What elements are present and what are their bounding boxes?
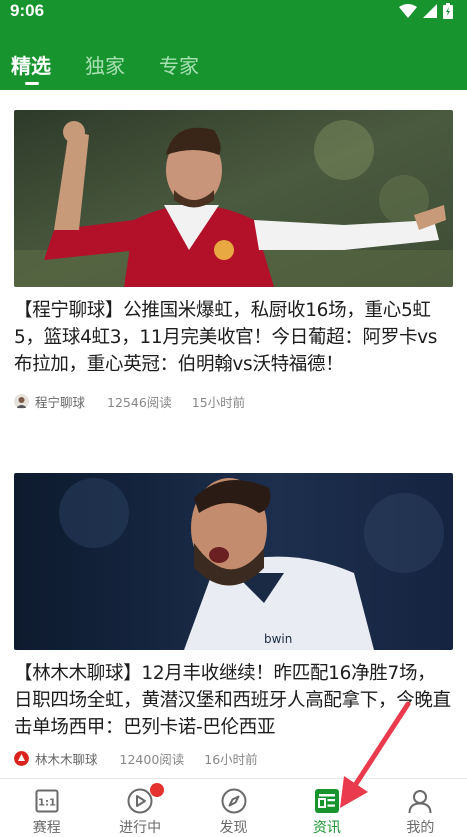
article-meta: 程宁聊球 12546阅读 15小时前 xyxy=(14,392,453,411)
football-player-photo xyxy=(14,110,453,287)
news-icon xyxy=(313,788,341,814)
nav-item-schedule[interactable]: 1:1 赛程 xyxy=(0,779,93,837)
article-title[interactable]: 【林木木聊球】12月丰收继续！昨匹配16净胜7场，日职四场全虹，黄潜汉堡和西班牙… xyxy=(14,660,453,741)
article-meta: 林木木聊球 12400阅读 16小时前 xyxy=(14,749,453,768)
battery-icon xyxy=(443,3,453,19)
tab-featured[interactable]: 精选 xyxy=(11,50,51,79)
nav-item-news[interactable]: 资讯 xyxy=(280,779,373,837)
status-bar: 9:06 xyxy=(0,0,467,24)
read-count: 12546阅读 xyxy=(107,395,172,410)
author-avatar xyxy=(14,394,29,409)
publish-time: 16小时前 xyxy=(204,752,258,767)
article-author[interactable]: 程宁聊球 xyxy=(14,392,85,411)
article-feed[interactable]: 【程宁聊球】公推国米爆虹，私厨收16场，重心5虹5，篮球4虹3，11月完美收官！… xyxy=(0,90,467,778)
nav-label: 进行中 xyxy=(119,820,162,836)
author-name: 程宁聊球 xyxy=(35,395,86,410)
nav-item-discover[interactable]: 发现 xyxy=(187,779,280,837)
nav-label: 赛程 xyxy=(32,820,61,836)
author-avatar xyxy=(14,751,29,766)
status-time: 9:06 xyxy=(10,1,45,20)
top-tab-bar: 精选 独家 专家 xyxy=(0,24,467,90)
live-badge-icon xyxy=(150,783,165,797)
article-card[interactable]: bwin 【林木木聊球】12月丰收继续！昨匹配16净胜7场，日职四场全虹，黄潜汉… xyxy=(14,473,453,768)
nav-label: 发现 xyxy=(219,820,248,836)
read-count: 12400阅读 xyxy=(119,752,185,767)
status-icons xyxy=(399,3,453,19)
active-tab-indicator xyxy=(25,82,39,85)
author-name: 林木木聊球 xyxy=(35,752,98,767)
nav-label: 资讯 xyxy=(312,820,341,836)
tab-exclusive[interactable]: 独家 xyxy=(85,50,125,79)
compass-icon xyxy=(220,788,248,814)
nav-label: 我的 xyxy=(406,820,435,836)
nav-item-live[interactable]: 进行中 xyxy=(93,779,186,837)
signal-icon xyxy=(423,4,437,18)
football-player-photo: bwin xyxy=(14,473,453,650)
bottom-nav: 1:1 赛程 进行中 发现 资讯 我的 xyxy=(0,778,467,837)
nav-item-profile[interactable]: 我的 xyxy=(374,779,467,837)
svg-text:bwin: bwin xyxy=(264,632,292,646)
tab-experts[interactable]: 专家 xyxy=(159,50,199,79)
schedule-icon: 1:1 xyxy=(33,788,61,814)
article-title[interactable]: 【程宁聊球】公推国米爆虹，私厨收16场，重心5虹5，篮球4虹3，11月完美收官！… xyxy=(14,297,453,378)
article-author[interactable]: 林木木聊球 xyxy=(14,749,98,768)
article-image[interactable]: bwin xyxy=(14,473,453,650)
article-image[interactable] xyxy=(14,110,453,287)
user-icon xyxy=(406,788,434,814)
wifi-icon xyxy=(399,4,417,18)
publish-time: 15小时前 xyxy=(191,395,246,410)
article-card[interactable]: 【程宁聊球】公推国米爆虹，私厨收16场，重心5虹5，篮球4虹3，11月完美收官！… xyxy=(14,110,453,411)
svg-text:1:1: 1:1 xyxy=(38,798,56,809)
